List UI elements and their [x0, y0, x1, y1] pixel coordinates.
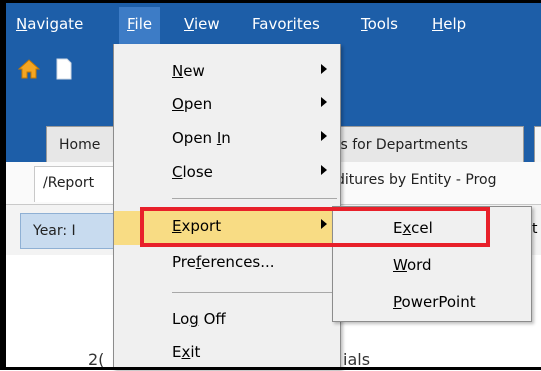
file-menu-item-open-post: pen: [183, 95, 213, 113]
report-path-right-text: ditures by Entity - Prog: [336, 172, 497, 188]
home-icon[interactable]: [17, 58, 41, 86]
file-menu-item-new-post: ew: [183, 62, 205, 80]
tab-departments-label: ts for Departments: [335, 137, 468, 153]
file-menu-item-close-label: Close: [172, 163, 213, 181]
menu-navigate-key: N: [16, 15, 28, 33]
file-menu-item-open-in-pre: Open: [172, 129, 217, 147]
callout-highlight-box: [140, 207, 490, 247]
file-menu-item-preferences-pre: Pre: [172, 253, 196, 271]
export-submenu-item-word[interactable]: Word: [333, 248, 531, 284]
report-path-left-text: /Report: [43, 175, 95, 191]
export-submenu-item-powerpoint[interactable]: PowerPoint: [333, 285, 531, 321]
export-word-key: W: [393, 256, 407, 274]
file-menu-item-open-key: O: [172, 95, 184, 113]
menu-navigate-label: avigate: [27, 15, 84, 33]
file-menu-item-close-key: C: [172, 163, 183, 181]
menu-tools-label: ools: [367, 15, 398, 33]
export-word-post: ord: [406, 256, 432, 274]
file-menu-item-log-off-pre: Lo: [172, 310, 190, 328]
file-menu-item-open-in[interactable]: Open In: [114, 123, 340, 157]
menu-separator: [172, 198, 337, 199]
export-powerpoint-key: P: [393, 293, 402, 311]
menu-bar: Navigate File View Favorites Tools Help: [6, 3, 541, 44]
file-menu-item-preferences[interactable]: Preferences...: [114, 247, 340, 281]
file-menu-item-preferences-post: erences...: [201, 253, 275, 271]
submenu-arrow-icon: [321, 131, 327, 141]
submenu-arrow-icon: [321, 97, 327, 107]
file-menu-item-open-in-label: Open In: [172, 129, 231, 147]
file-menu-item-log-off-label: Log Off: [172, 310, 226, 328]
file-menu-item-close-post: lose: [182, 163, 213, 181]
report-path-right: ditures by Entity - Prog: [336, 172, 497, 188]
prompt-bar-trailing-text: t: [532, 221, 538, 237]
file-menu-item-log-off-key: g: [189, 310, 199, 328]
file-menu-item-open-label: Open: [172, 95, 212, 113]
menu-favorites[interactable]: Favorites: [252, 15, 320, 33]
submenu-arrow-icon: [321, 64, 327, 74]
year-prompt-button[interactable]: Year: I: [20, 213, 124, 249]
file-menu-item-log-off[interactable]: Log Off: [114, 304, 340, 338]
file-menu-item-log-off-post: Off: [198, 310, 226, 328]
file-menu-item-preferences-label: Preferences...: [172, 253, 275, 271]
menu-navigate[interactable]: Navigate: [16, 15, 83, 33]
file-menu-item-new-key: N: [172, 62, 184, 80]
menu-separator: [172, 292, 337, 293]
file-menu-item-new-label: New: [172, 62, 205, 80]
export-submenu-item-word-label: Word: [393, 256, 432, 274]
year-prompt-label: Year: I: [33, 223, 76, 239]
menu-help[interactable]: Help: [432, 15, 466, 33]
tab-partial[interactable]: [534, 126, 541, 162]
document-icon[interactable]: [56, 58, 72, 86]
menu-tools-key: T: [361, 15, 368, 33]
file-menu-item-exit[interactable]: Exit: [114, 337, 340, 371]
submenu-arrow-icon: [321, 165, 327, 175]
menu-favorites-pre: Favo: [252, 15, 287, 33]
tab-home-label: Home: [59, 137, 101, 153]
menu-view-key: V: [184, 15, 194, 33]
menu-help-label: elp: [443, 15, 467, 33]
menu-file[interactable]: File: [119, 7, 161, 44]
export-submenu-item-powerpoint-label: PowerPoint: [393, 293, 476, 311]
file-menu-item-exit-label: Exit: [172, 343, 200, 361]
file-menu-item-new[interactable]: New: [114, 56, 340, 90]
menu-help-key: H: [432, 15, 444, 33]
file-menu-item-open[interactable]: Open: [114, 89, 340, 123]
menu-file-label: ile: [134, 15, 153, 33]
menu-view-label: iew: [193, 15, 220, 33]
file-menu-item-exit-post: it: [190, 343, 201, 361]
file-menu-item-close[interactable]: Close: [114, 157, 340, 191]
menu-view[interactable]: View: [184, 15, 220, 33]
export-powerpoint-post: owerPoint: [401, 293, 476, 311]
menu-file-key: F: [127, 15, 135, 33]
file-menu-item-open-in-post: n: [221, 129, 231, 147]
menu-favorites-post: ites: [292, 15, 320, 33]
menu-tools[interactable]: Tools: [361, 15, 398, 33]
